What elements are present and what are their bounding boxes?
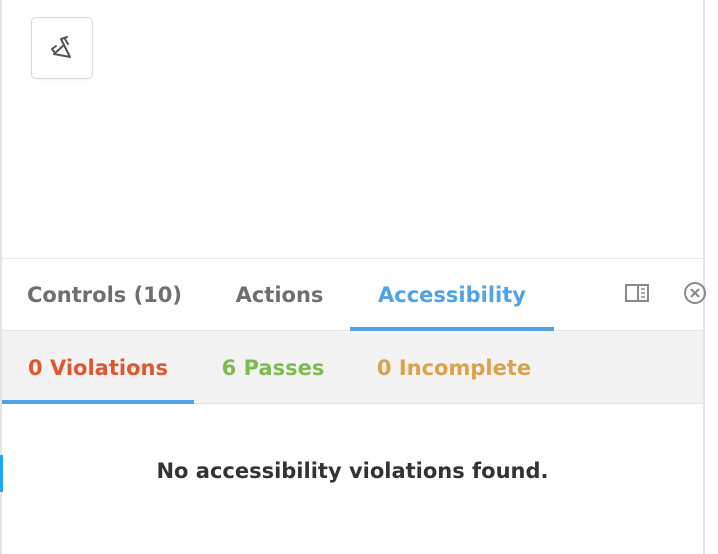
addons-panel: Controls (10) Actions Accessibility 0 Vi… (2, 258, 706, 554)
tab-controls[interactable]: Controls (10) (2, 259, 207, 331)
panel-layout-icon (624, 282, 650, 308)
addons-tabbar: Controls (10) Actions Accessibility (2, 259, 706, 331)
close-icon (682, 280, 708, 310)
panel-close-button[interactable] (678, 259, 712, 331)
tab-actions[interactable]: Actions (207, 259, 352, 331)
subtab-passes[interactable]: 6 Passes (198, 331, 348, 404)
storybook-frame: Controls (10) Actions Accessibility 0 Vi… (0, 0, 718, 554)
megaphone-button[interactable] (31, 17, 93, 79)
tab-accessibility[interactable]: Accessibility (350, 259, 554, 331)
no-violations-message: No accessibility violations found. (156, 459, 549, 483)
panel-layout-button[interactable] (620, 259, 654, 331)
megaphone-icon (47, 32, 77, 65)
subtab-incomplete[interactable]: 0 Incomplete (354, 331, 554, 404)
subtab-violations[interactable]: 0 Violations (2, 331, 194, 404)
accessibility-subtabs: 0 Violations 6 Passes 0 Incomplete (2, 331, 703, 404)
